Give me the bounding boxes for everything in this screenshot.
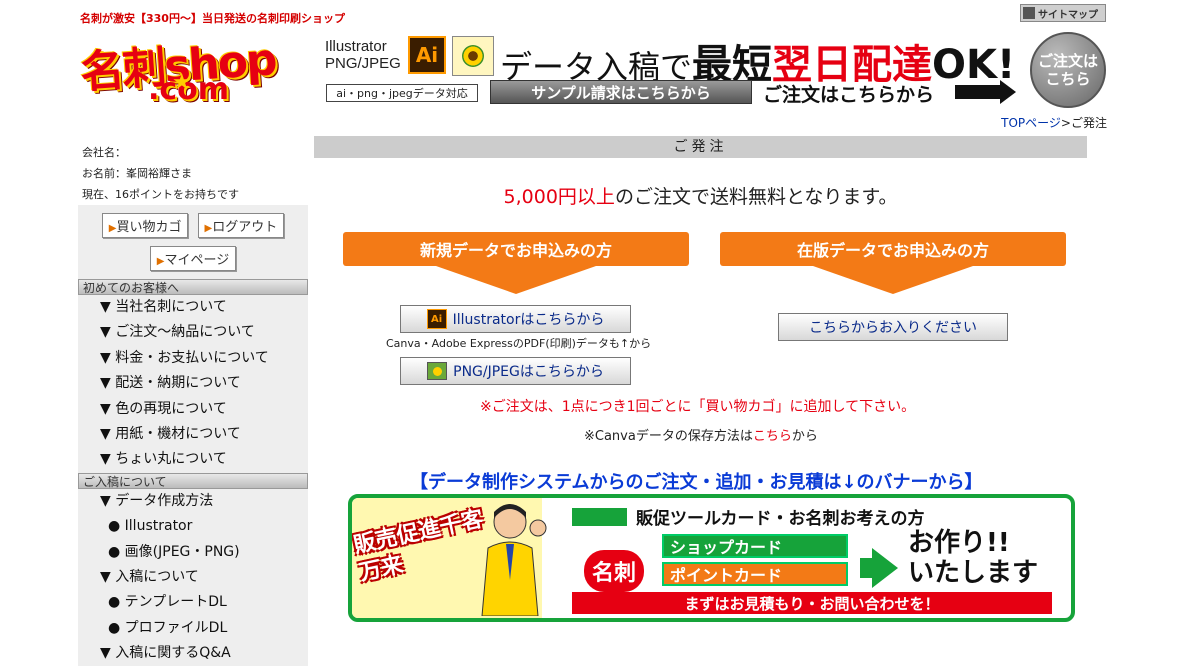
down-arrow-icon (813, 266, 973, 294)
png-order-button[interactable]: PNG/JPEGはこちらから (400, 357, 631, 385)
breadcrumb: TOPページ>ご発注 (1001, 114, 1107, 131)
company-label: 会社名： (82, 146, 126, 159)
sidebar-item-illustrator[interactable]: ● Illustrator (78, 514, 308, 540)
sidebar-item-template-dl[interactable]: ● テンプレートDL (78, 590, 308, 616)
order-here-link[interactable]: ご注文はこちらから (763, 80, 934, 107)
sidebar-item-image[interactable]: ● 画像(JPEG・PNG) (78, 539, 308, 565)
breadcrumb-home-link[interactable]: TOPページ (1001, 116, 1061, 130)
canva-pdf-note: Canva・Adobe ExpressのPDF(印刷)データも↑から (386, 337, 652, 350)
star-icon: ★ (172, 70, 192, 95)
sidebar-item-shipping[interactable]: ▼ 配送・納期について (78, 371, 308, 397)
new-data-header: 新規データでお申込みの方 (343, 232, 689, 266)
banner-heading: 【データ制作システムからのご注文・追加・お見積は↓のバナーから】 (410, 472, 983, 493)
point-card-label: ポイントカード (662, 562, 848, 586)
arrow-right-icon (872, 548, 898, 588)
sidebar-item-pricing[interactable]: ▼ 料金・お支払いについて (78, 345, 308, 372)
banner-formats: Illustrator PNG/JPEG (325, 38, 401, 72)
cart-button[interactable]: ▶買い物カゴ (101, 213, 189, 238)
cart-note: ※ご注文は、1点につき1回ごとに「買い物カゴ」に追加して下さい。 (480, 399, 916, 415)
sidebar: 会社名： お名前：峯岡裕輝さま 現在、16ポイントをお持ちです ▶買い物カゴ ▶… (78, 136, 308, 666)
illustrator-order-label: Illustratorはこちらから (452, 312, 605, 328)
stock-order-button[interactable]: こちらからお入りください (778, 313, 1008, 341)
data-system-banner[interactable]: 販売促進千客万来 販促ツールカード・お名刺お考えの方 名刺 ショップカード ポイ… (348, 494, 1075, 622)
page-title: ご発注 (314, 136, 1087, 158)
sidebar-item-qa[interactable]: ▼ 入稿に関するQ&A (78, 641, 308, 666)
make-for-you-line1: お作り!! (908, 528, 1010, 558)
banner-top-line: 販促ツールカード・お名刺お考えの方 (636, 509, 925, 529)
sidebar-item-data-creation[interactable]: ▼ データ作成方法 (78, 488, 308, 515)
sitemap-icon (1023, 7, 1035, 19)
illustrator-icon: Ai (426, 309, 447, 329)
mypage-button[interactable]: ▶マイページ (149, 246, 237, 271)
order-circle-line2: こちら (1045, 70, 1091, 88)
illustrator-order-button[interactable]: Ai Illustratorはこちらから (400, 305, 631, 333)
down-arrow-icon (436, 266, 596, 294)
format-png-jpeg: PNG/JPEG (325, 55, 401, 72)
cart-button-label: 買い物カゴ (116, 220, 182, 235)
png-icon (427, 362, 448, 380)
arrow-head-icon (1000, 80, 1016, 104)
user-name: お名前：峯岡裕輝さま (82, 167, 192, 180)
green-accent (572, 508, 627, 526)
free-shipping-notice: 5,000円以上のご注文で送料無料となります。 (314, 182, 1087, 209)
sitemap-label: サイトマップ (1038, 9, 1098, 21)
mypage-button-label: マイページ (164, 253, 230, 268)
png-order-label: PNG/JPEGはこちらから (453, 364, 604, 380)
estimate-inquiry-bar: まずはお見積もり・お問い合わせを！ (572, 592, 1052, 614)
logout-button-label: ログアウト (212, 220, 278, 235)
canva-save-prefix: ※Canvaデータの保存方法は (584, 429, 753, 444)
sidebar-item-choimaru[interactable]: ▼ ちょい丸について (78, 447, 308, 473)
user-info: 会社名： お名前：峯岡裕輝さま 現在、16ポイントをお持ちです (78, 136, 308, 205)
sidebar-item-color[interactable]: ▼ 色の再現について (78, 396, 308, 422)
shop-card-label: ショップカード (662, 534, 848, 558)
sidebar-item-submission[interactable]: ▼ 入稿について (78, 564, 308, 591)
breadcrumb-separator: > (1060, 116, 1071, 130)
account-buttons: ▶買い物カゴ ▶ログアウト ▶マイページ (78, 205, 308, 279)
illustrator-icon: Ai (408, 36, 446, 74)
sidebar-item-order-delivery[interactable]: ▼ ご注文〜納品について (78, 320, 308, 346)
logout-button[interactable]: ▶ログアウト (197, 213, 285, 238)
site-tagline: 名刺が激安【330円〜】当日発送の名刺印刷ショップ (80, 12, 345, 25)
meishi-badge: 名刺 (584, 550, 644, 592)
salesman-illustration (481, 504, 547, 616)
free-shipping-threshold: 5,000円以上 (503, 186, 615, 208)
section-submission: ご入稿について (78, 472, 308, 489)
canva-save-note: ※Canvaデータの保存方法はこちらから (584, 425, 818, 444)
free-shipping-text: のご注文で送料無料となります。 (614, 186, 898, 208)
sidebar-item-paper[interactable]: ▼ 用紙・機材について (78, 421, 308, 448)
format-support-label: ai・png・jpegデータ対応 (326, 84, 478, 102)
breadcrumb-current: ご発注 (1070, 116, 1107, 130)
make-for-you-text: お作り!! いたします (908, 528, 1038, 588)
sidebar-item-profile-dl[interactable]: ● プロファイルDL (78, 615, 308, 642)
format-illustrator: Illustrator (325, 38, 387, 55)
section-first-time: 初めてのお客様へ (78, 279, 308, 295)
stock-data-header: 在版データでお申込みの方 (720, 232, 1066, 266)
png-icon (452, 36, 494, 76)
order-circle-line1: ご注文は (1037, 52, 1098, 70)
canva-save-link[interactable]: こちら (753, 429, 792, 444)
order-circle-button[interactable]: ご注文は こちら (1030, 32, 1106, 108)
sidebar-item-about[interactable]: ▼ 当社名刺について (78, 295, 308, 321)
stock-order-label: こちらからお入りください (809, 320, 977, 336)
canva-save-suffix: から (791, 429, 818, 444)
arrow-right-icon (955, 85, 1000, 99)
make-for-you-line2: いたします (908, 558, 1039, 588)
sitemap-link[interactable]: サイトマップ (1020, 4, 1106, 22)
points-text: 現在、16ポイントをお持ちです (82, 188, 239, 201)
sample-request-button[interactable]: サンプル請求はこちらから (490, 80, 752, 104)
